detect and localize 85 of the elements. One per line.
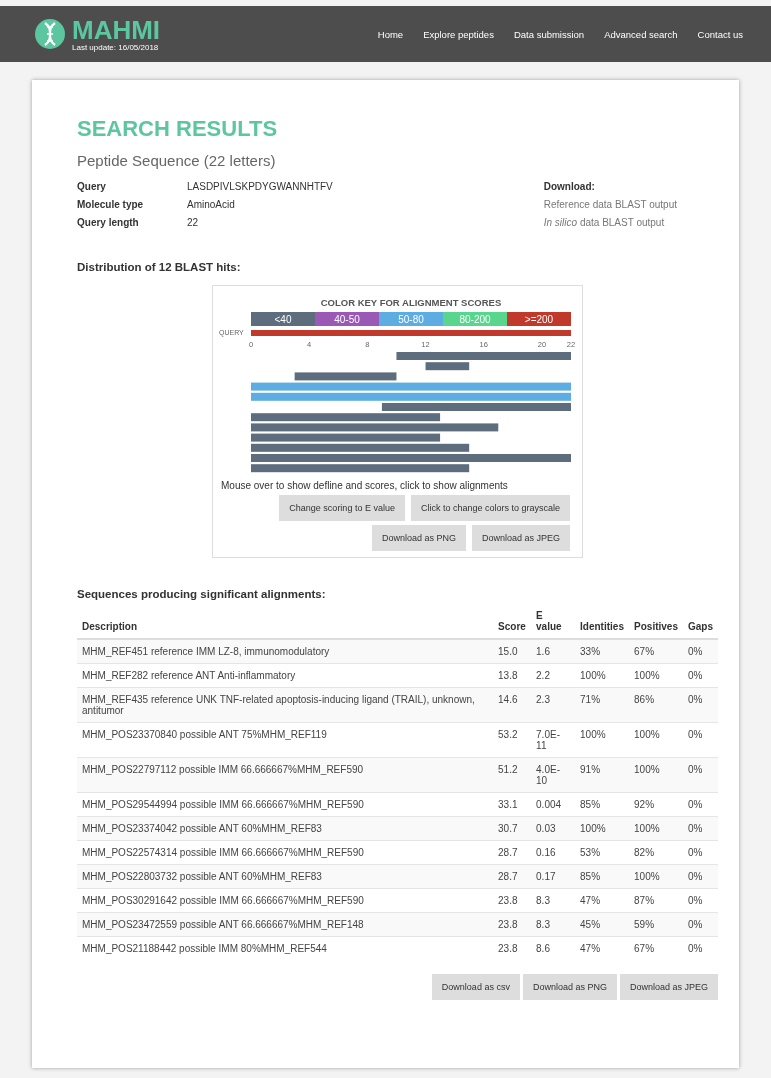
graphic-button[interactable]: Click to change colors to grayscale [410, 495, 570, 521]
table-cell: MHM_POS22803732 possible ANT 60%MHM_REF83 [77, 864, 494, 889]
table-cell: MHM_REF435 reference UNK TNF-related apoptosis-inducing ligand (TRAIL), unknown, antitumor [77, 687, 494, 723]
table-cell: 23.8 [493, 936, 532, 960]
alignment-hit-bar[interactable] [425, 362, 470, 371]
table-cell: 67% [629, 936, 683, 960]
graphic-button[interactable]: Change scoring to E value [279, 495, 405, 521]
table-cell: 59% [629, 912, 683, 937]
table-cell: 47% [575, 936, 630, 960]
table-cell: 8.6 [531, 936, 576, 960]
distribution-heading: Distribution of 12 BLAST hits: [77, 261, 242, 273]
color-key-band: 50-80 [379, 312, 443, 326]
table-cell: 0.17 [531, 864, 576, 889]
detail-label: Query length [77, 216, 140, 228]
dna-logo-icon [34, 18, 66, 50]
graphic-button[interactable]: Download as PNG [371, 525, 466, 551]
alignments-heading: Sequences producing significant alignments: [77, 588, 327, 600]
download-link[interactable]: In silico data BLAST output [543, 213, 677, 231]
table-cell: 8.3 [531, 912, 576, 937]
table-cell: 100% [629, 816, 683, 841]
table-cell: 45% [575, 912, 630, 937]
table-cell: MHM_POS21188442 possible IMM 80%MHM_REF544 [77, 936, 494, 960]
table-cell: MHM_REF451 reference IMM LZ-8, immunomodulatory [77, 639, 494, 664]
site-logo-text[interactable]: MAHMI [72, 16, 161, 43]
graphic-caption: Mouse over to show defline and scores, click to show alignments [221, 480, 509, 491]
table-cell: 33% [575, 639, 630, 664]
table-cell: 100% [629, 757, 683, 793]
table-cell: 0% [683, 816, 718, 841]
table-cell: 51.2 [493, 757, 532, 793]
table-cell: 0% [683, 912, 718, 937]
table-cell: 91% [575, 757, 630, 793]
table-cell: 71% [575, 687, 630, 723]
page-title: SEARCH RESULTS [77, 116, 279, 142]
table-cell: 0% [683, 757, 718, 793]
detail-label: Molecule type [77, 198, 145, 210]
color-key-title: COLOR KEY FOR ALIGNMENT SCORES [320, 297, 502, 308]
detail-value: LASDPIVLSKPDYGWANNHTFV [187, 180, 333, 192]
table-cell: 30.7 [493, 816, 532, 841]
last-update-text: Last update: 16/05/2018 [72, 42, 160, 52]
table-cell: 86% [629, 687, 683, 723]
table-cell: 100% [629, 864, 683, 889]
table-cell: 14.6 [493, 687, 532, 723]
alignment-hit-bar[interactable] [251, 423, 499, 432]
subtitle: Peptide Sequence (22 letters) [77, 152, 277, 169]
table-cell: MHM_POS23472559 possible ANT 66.666667%MHM_REF148 [77, 912, 494, 937]
detail-value: AminoAcid [187, 198, 235, 210]
table-cell: 15.0 [493, 639, 532, 664]
table-cell: 0% [683, 687, 718, 723]
nav-link[interactable]: Advanced search [604, 28, 678, 40]
table-cell: 100% [575, 816, 630, 841]
table-cell: 0.03 [531, 816, 576, 841]
download-link[interactable]: Reference data BLAST output [543, 195, 677, 213]
alignment-hit-bar[interactable] [251, 382, 571, 391]
table-cell: MHM_POS23374042 possible ANT 60%MHM_REF83 [77, 816, 494, 841]
table-cell: 0% [683, 864, 718, 889]
table-cell: 2.3 [531, 687, 576, 723]
table-cell: MHM_POS22797112 possible IMM 66.666667%MHM_REF590 [77, 757, 494, 793]
table-cell: 23.8 [493, 912, 532, 937]
color-key-band: >=200 [507, 312, 571, 326]
nav-link[interactable]: Home [377, 28, 404, 40]
nav-link[interactable]: Data submission [513, 28, 585, 40]
color-key-band: <40 [251, 312, 315, 326]
table-cell: 4.0E-10 [531, 757, 576, 793]
alignment-hit-bar[interactable] [251, 392, 571, 401]
table-cell: 67% [629, 639, 683, 664]
graphic-button[interactable]: Download as JPEG [471, 525, 570, 551]
table-cell: 85% [575, 864, 630, 889]
detail-value: 22 [187, 216, 199, 228]
table-cell: 0% [683, 936, 718, 960]
table-download-button[interactable]: Download as PNG [522, 974, 617, 1000]
alignment-hit-bar[interactable] [251, 443, 470, 452]
table-download-button[interactable]: Download as JPEG [619, 974, 718, 1000]
nav-link[interactable]: Explore peptides [423, 28, 494, 40]
alignment-hit-bar[interactable] [294, 372, 397, 381]
table-cell: 28.7 [493, 864, 532, 889]
nav-link[interactable]: Contact us [697, 28, 743, 40]
color-key-band: 80-200 [443, 312, 507, 326]
alignment-hit-bar[interactable] [251, 413, 441, 422]
color-key-band: 40-50 [315, 312, 379, 326]
table-download-button[interactable]: Download as csv [431, 974, 520, 1000]
download-heading: Download: [543, 179, 596, 194]
table-cell: 1.6 [531, 639, 576, 664]
alignment-hit-bar[interactable] [251, 433, 441, 442]
detail-label: Query [77, 180, 107, 192]
alignment-hit-bar[interactable] [251, 464, 470, 473]
